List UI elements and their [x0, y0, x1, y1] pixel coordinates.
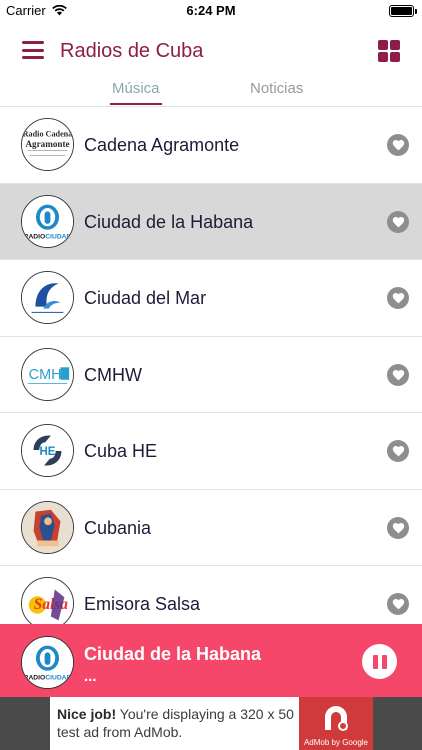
svg-text:Agramonte: Agramonte	[25, 139, 69, 149]
status-time: 6:24 PM	[186, 3, 236, 18]
station-name: Cubania	[84, 517, 152, 538]
station-row-cuba-he[interactable]: HE Cuba HE	[0, 413, 422, 490]
battery-icon	[389, 5, 417, 17]
hamburger-menu-icon[interactable]	[22, 41, 44, 59]
station-name: Ciudad del Mar	[84, 288, 207, 308]
station-name: Cuba HE	[84, 441, 158, 461]
tab-noticias[interactable]: Noticias	[248, 80, 305, 103]
heart-icon[interactable]	[387, 210, 409, 233]
station-name: Cadena Agramonte	[84, 135, 240, 155]
station-name: Ciudad de la Habana	[84, 211, 254, 232]
station-logo: Salsa	[21, 577, 74, 624]
station-logo	[21, 500, 74, 554]
heart-icon[interactable]	[387, 440, 409, 462]
admob-icon	[325, 706, 348, 731]
nav-bar: Radios de Cuba	[0, 22, 422, 84]
page-title: Radios de Cuba	[60, 40, 204, 62]
grid-view-icon[interactable]	[378, 40, 400, 62]
svg-text:CMH: CMH	[29, 366, 62, 382]
ad-banner: Nice job! You're displaying a 320 x 50 t…	[0, 697, 422, 750]
heart-icon[interactable]	[387, 287, 409, 309]
heart-icon[interactable]	[387, 593, 409, 615]
tab-bar: Música Noticias	[0, 76, 422, 106]
station-row-ciudad-del-mar[interactable]: Ciudad del Mar	[0, 260, 422, 337]
heart-icon[interactable]	[387, 363, 409, 386]
now-playing-logo: RADIOCIUDAD	[21, 636, 74, 689]
now-playing-title: Ciudad de la Habana	[84, 644, 262, 664]
tab-musica[interactable]: Música	[110, 80, 162, 105]
station-logo: Radio Cadena Agramonte	[21, 118, 74, 171]
station-logo: RADIOCIUDAD	[21, 194, 74, 248]
station-row-ciudad-de-la-habana[interactable]: RADIOCIUDAD Ciudad de la Habana	[0, 183, 422, 260]
status-bar: Carrier 6:24 PM	[0, 0, 422, 22]
ad-headline: Nice job!	[57, 706, 117, 722]
svg-text:RADIOCIUDAD: RADIOCIUDAD	[24, 233, 72, 240]
station-row-cmhw[interactable]: CMH CMHW	[0, 336, 422, 413]
ad-text: Nice job! You're displaying a 320 x 50 t…	[57, 705, 297, 741]
station-logo: CMH	[21, 347, 74, 401]
now-playing-subtitle: ...	[84, 668, 97, 685]
station-row-emisora-salsa[interactable]: Salsa Emisora Salsa	[0, 566, 422, 624]
heart-icon[interactable]	[387, 134, 409, 156]
now-playing-bar[interactable]: RADIOCIUDAD Ciudad de la Habana ...	[0, 624, 422, 697]
station-row-cubania[interactable]: Cubania	[0, 489, 422, 566]
station-logo	[21, 271, 74, 324]
ad-content[interactable]: Nice job! You're displaying a 320 x 50 t…	[50, 697, 373, 750]
svg-text:HE: HE	[39, 446, 55, 458]
admob-logo: AdMob by Google	[299, 697, 373, 750]
station-name: Emisora Salsa	[84, 594, 201, 614]
svg-text:Radio Cadena: Radio Cadena	[23, 129, 73, 138]
station-row-cadena-agramonte[interactable]: Radio Cadena Agramonte Cadena Agramonte	[0, 107, 422, 184]
station-logo: HE	[21, 424, 74, 477]
station-list[interactable]: Radio Cadena Agramonte Cadena Agramonte …	[0, 107, 422, 624]
svg-text:RADIOCIUDAD: RADIOCIUDAD	[24, 674, 72, 681]
station-name: CMHW	[84, 364, 142, 385]
admob-caption: AdMob by Google	[303, 738, 369, 747]
pause-icon[interactable]	[362, 644, 397, 679]
heart-icon[interactable]	[387, 516, 409, 539]
